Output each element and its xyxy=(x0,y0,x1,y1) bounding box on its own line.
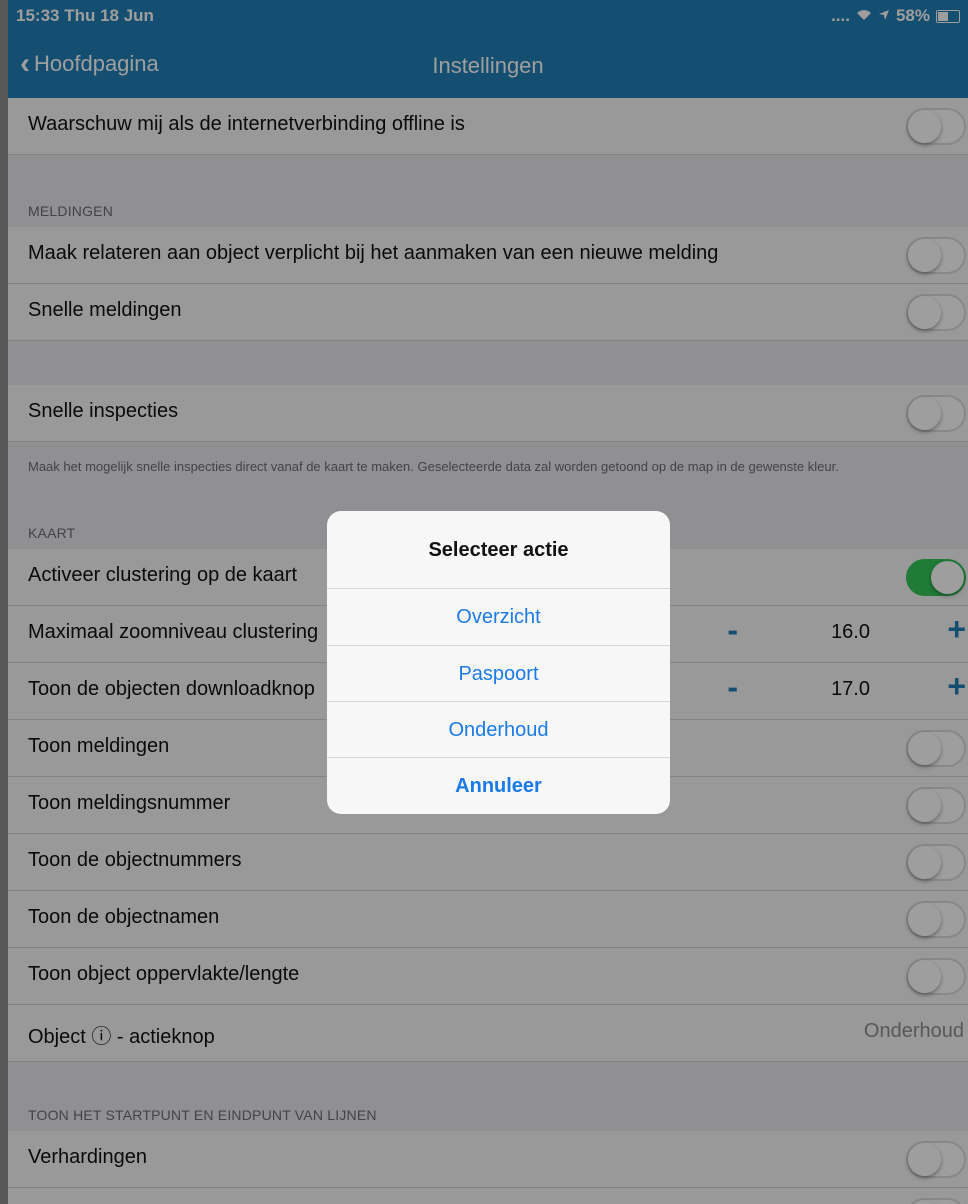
action-overzicht-button[interactable]: Overzicht xyxy=(327,588,670,645)
dialog-title: Selecteer actie xyxy=(428,539,569,561)
cancel-button[interactable]: Annuleer xyxy=(327,757,670,814)
action-sheet-dialog: Selecteer actie Overzicht Paspoort Onder… xyxy=(327,511,670,814)
action-onderhoud-button[interactable]: Onderhoud xyxy=(327,701,670,758)
action-paspoort-button[interactable]: Paspoort xyxy=(327,645,670,702)
